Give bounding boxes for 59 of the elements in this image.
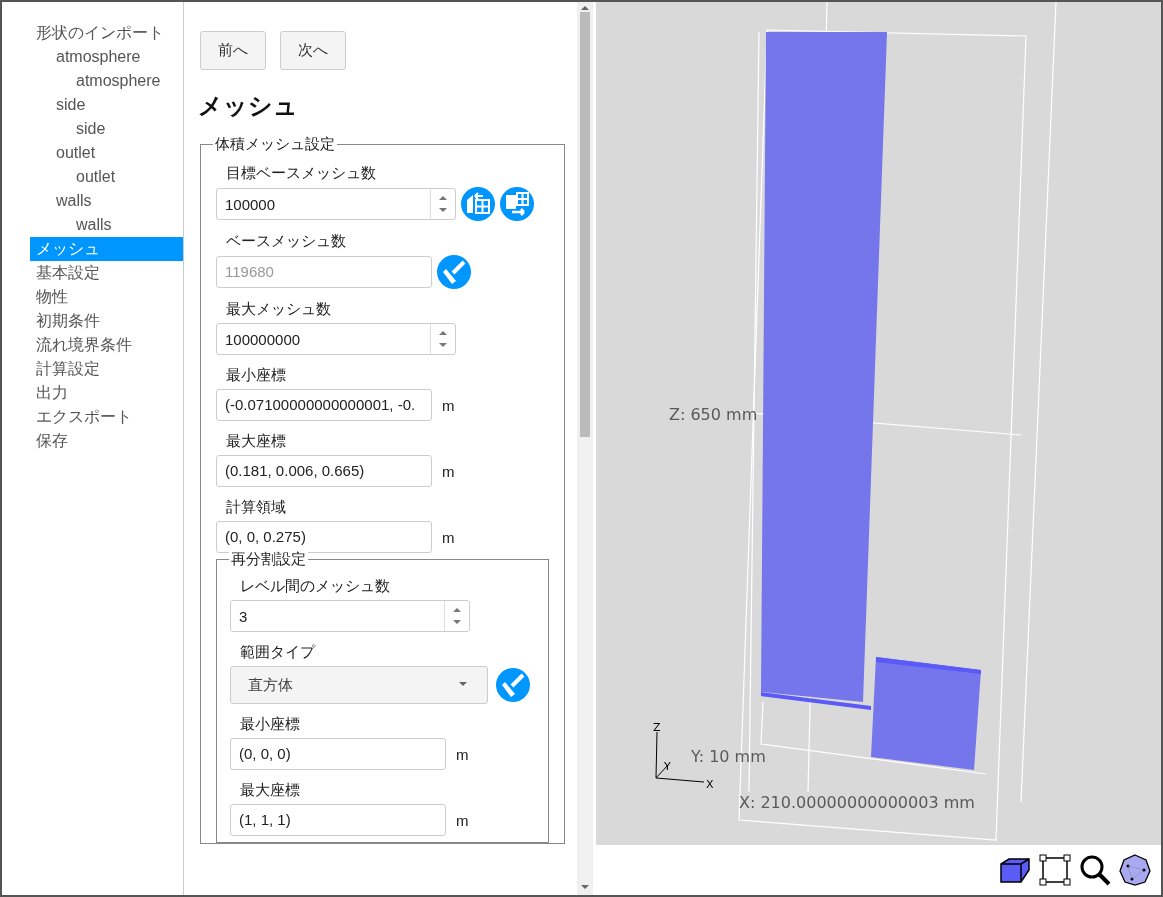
dimension-label: X: 210.00000000000003 mm: [739, 793, 975, 812]
page-heading: メッシュ: [198, 91, 299, 121]
next-button[interactable]: 次へ: [280, 31, 346, 70]
field-label: レベル間のメッシュ数: [239, 576, 391, 596]
nav-item[interactable]: 保存: [30, 429, 183, 453]
unit-label: m: [442, 462, 455, 480]
nav-item[interactable]: エクスポート: [30, 405, 183, 429]
field-label: 計算領域: [225, 497, 287, 517]
nav-item[interactable]: side: [30, 93, 183, 117]
mesh-import-icon[interactable]: [461, 187, 495, 221]
scrollbar[interactable]: [577, 2, 593, 895]
field-label: ベースメッシュ数: [225, 231, 347, 251]
field-label: 最大座標: [239, 780, 301, 800]
input-field[interactable]: (0.181, 0.006, 0.665): [216, 455, 432, 487]
nav-item[interactable]: outlet: [30, 165, 183, 189]
nav-item[interactable]: walls: [30, 213, 183, 237]
zoom-icon[interactable]: [1079, 854, 1111, 886]
dropdown[interactable]: 直方体: [230, 666, 488, 704]
unit-label: m: [456, 745, 469, 763]
axis-label: X: [706, 778, 714, 791]
polyhedron-icon[interactable]: [1119, 854, 1151, 886]
input-field[interactable]: (1, 1, 1): [230, 804, 446, 836]
axis-label: Z: [653, 721, 661, 734]
input-field[interactable]: (0, 0, 0): [230, 738, 446, 770]
previous-button[interactable]: 前へ: [200, 31, 266, 70]
number-field[interactable]: 100000000: [216, 323, 456, 355]
nav-item[interactable]: walls: [30, 189, 183, 213]
nav-item[interactable]: atmosphere: [30, 69, 183, 93]
field-label: 範囲タイプ: [239, 642, 317, 662]
fieldset-legend: 体積メッシュ設定: [213, 135, 337, 153]
nav-item[interactable]: atmosphere: [30, 45, 183, 69]
field-label: 目標ベースメッシュ数: [225, 163, 377, 183]
nav-item[interactable]: outlet: [30, 141, 183, 165]
unit-label: m: [456, 811, 469, 829]
nav-item[interactable]: 形状のインポート: [30, 21, 183, 45]
unit-label: m: [442, 528, 455, 546]
number-field[interactable]: 100000: [216, 188, 456, 220]
axis-triad-drawing: [655, 731, 705, 783]
nav-item[interactable]: 出力: [30, 381, 183, 405]
nav-item[interactable]: 初期条件: [30, 309, 183, 333]
dimension-label: Z: 650 mm: [669, 405, 758, 424]
unit-label: m: [442, 396, 455, 414]
input-field[interactable]: (-0.07100000000000001, -0.: [216, 389, 432, 421]
dimension-label: Y: 10 mm: [691, 747, 766, 766]
field-label: 最大メッシュ数: [225, 299, 332, 319]
field-label: 最小座標: [225, 365, 287, 385]
mesh-export-icon[interactable]: [500, 187, 534, 221]
number-field[interactable]: 3: [230, 600, 470, 632]
field-label: 最小座標: [239, 714, 301, 734]
fieldset-legend: 再分割設定: [229, 550, 308, 568]
3d-viewport[interactable]: Z: 650 mm Y: 10 mm X: 210.00000000000003 mm Z Y X: [596, 2, 1161, 845]
nav-item[interactable]: 流れ境界条件: [30, 333, 183, 357]
bounding-box-icon[interactable]: [1039, 854, 1071, 886]
axis-label: Y: [664, 760, 671, 773]
nav-item[interactable]: 計算設定: [30, 357, 183, 381]
field-label: 最大座標: [225, 431, 287, 451]
nav-item[interactable]: side: [30, 117, 183, 141]
nav-item[interactable]: 基本設定: [30, 261, 183, 285]
nav-item[interactable]: 物性: [30, 285, 183, 309]
